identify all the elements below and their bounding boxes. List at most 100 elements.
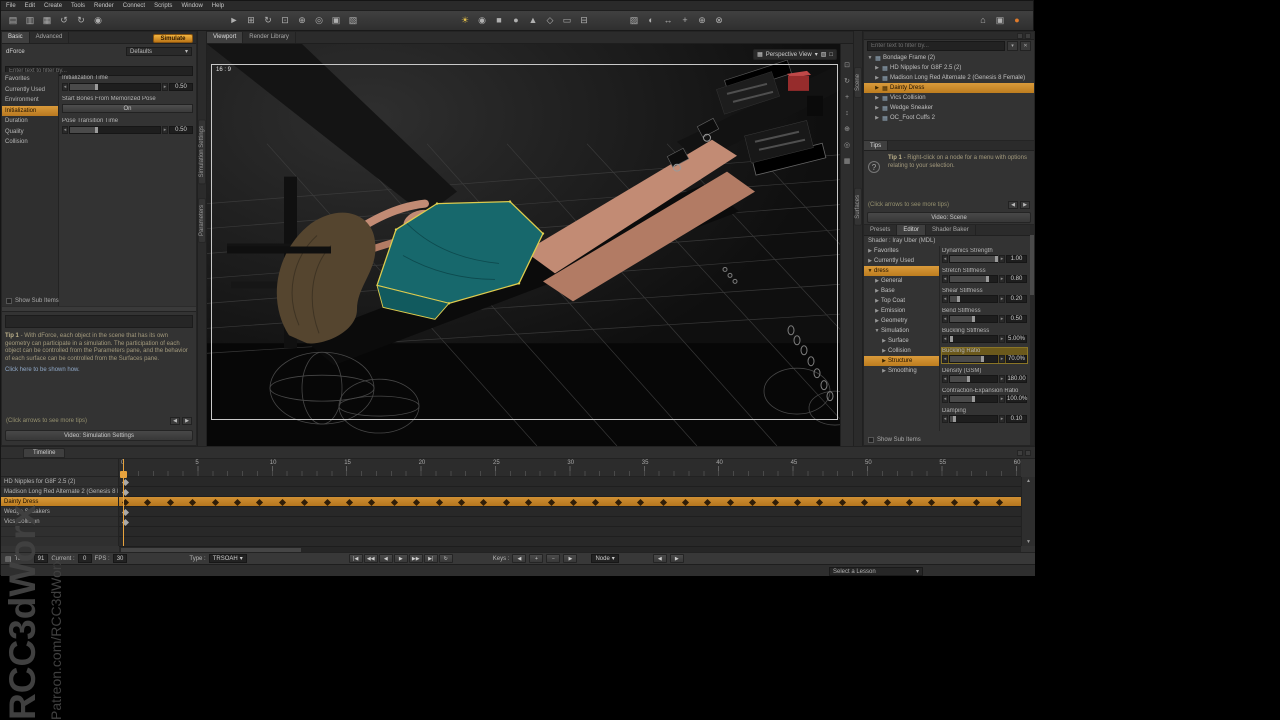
keyframe-icon[interactable] — [681, 498, 690, 506]
tree-item-hd-nipples-for-g8f-2-5-2[interactable]: ▶ ▦ HD Nipples for G8F 2.5 (2) — [864, 63, 1034, 73]
slider-handle[interactable] — [985, 276, 989, 282]
draw-style-icon[interactable]: ▧ — [821, 51, 827, 58]
filter-options-icon[interactable]: ▾ — [1007, 41, 1018, 51]
scale-tool-icon[interactable]: ⊡ — [277, 13, 293, 28]
play-button[interactable]: ▶ — [393, 554, 408, 563]
dock-tab-scene[interactable]: Scene — [854, 67, 862, 99]
slider-track[interactable] — [69, 83, 161, 91]
timeline-options-icon[interactable] — [1017, 449, 1023, 456]
orbit-view-icon[interactable]: ↻ — [842, 76, 853, 87]
playhead-handle[interactable] — [120, 471, 127, 478]
keyframe-icon[interactable] — [233, 498, 242, 506]
keyframe-icon[interactable] — [659, 498, 667, 506]
tab-timeline[interactable]: Timeline — [23, 447, 66, 458]
tree-item-bondage-frame-2[interactable]: ▼ ▦ Bondage Frame (2) — [864, 53, 1034, 63]
slider-track[interactable] — [949, 375, 998, 383]
sim-group-quality[interactable]: Quality — [2, 127, 58, 138]
sim-group-currently-used[interactable]: Currently Used — [2, 85, 58, 96]
prev-tip-button[interactable]: ◀ — [1008, 201, 1018, 209]
loop-button[interactable]: ↻ — [438, 554, 453, 563]
expand-arrow-icon[interactable]: ▶ — [873, 288, 881, 294]
keyframe-icon[interactable] — [569, 498, 578, 506]
slider-track[interactable] — [949, 395, 998, 403]
menu-item-edit[interactable]: Edit — [25, 3, 35, 9]
slider-inc-button[interactable]: ▸ — [999, 295, 1005, 303]
collapse-arrow-icon[interactable]: ▼ — [866, 55, 874, 61]
param-toggle[interactable]: On — [62, 104, 193, 113]
expand-arrow-icon[interactable]: ▶ — [873, 298, 881, 304]
dock-layout-icon[interactable]: ⊗ — [711, 13, 727, 28]
keyframe-icon[interactable] — [749, 498, 757, 506]
tree-item-currently-used[interactable]: ▶ Currently Used — [864, 256, 939, 266]
surface-selection-icon[interactable]: ▨ — [626, 13, 642, 28]
slider-dec-button[interactable]: ◂ — [942, 415, 948, 423]
prev-frame-button[interactable]: ◀ — [378, 554, 393, 563]
slider-inc-button[interactable]: ▸ — [999, 355, 1005, 363]
expand-arrow-icon[interactable]: ▶ — [866, 248, 874, 254]
menu-item-file[interactable]: File — [6, 3, 16, 9]
keyframe-icon[interactable] — [950, 498, 958, 506]
tree-item-general[interactable]: ▶ General — [864, 276, 939, 286]
pane-close-icon[interactable] — [1025, 33, 1031, 39]
track-label-hd-nipples-for-g8f-2-5-2[interactable]: HD Nipples for G8F 2.5 (2) — [1, 477, 118, 487]
chevron-down-icon[interactable]: ▾ — [815, 51, 818, 58]
zoom-view-icon[interactable]: ⊕ — [842, 124, 853, 135]
track-label-vics-collision[interactable]: Vics Collision — [1, 517, 118, 527]
slider-dec-button[interactable]: ◂ — [942, 295, 948, 303]
keyframe-icon[interactable] — [592, 498, 600, 506]
next-tip-button[interactable]: ▶ — [1020, 201, 1030, 209]
slider-handle[interactable] — [95, 127, 98, 133]
create-null-icon[interactable]: ◇ — [542, 13, 558, 28]
pan-view-icon[interactable]: + — [842, 92, 853, 103]
keyframe-icon[interactable] — [144, 498, 152, 506]
keyframe-icon[interactable] — [973, 498, 981, 506]
keyframe-icon[interactable] — [793, 498, 802, 506]
slider-dec-button[interactable]: ◂ — [62, 83, 68, 91]
keyframe-icon[interactable] — [189, 498, 197, 506]
expand-arrow-icon[interactable]: ▶ — [873, 85, 881, 91]
aim-view-icon[interactable]: ◎ — [842, 140, 853, 151]
prev-tip-button[interactable]: ◀ — [170, 417, 180, 425]
collapse-arrow-icon[interactable]: ▼ — [866, 268, 874, 274]
expand-arrow-icon[interactable]: ▶ — [873, 95, 881, 101]
expand-arrow-icon[interactable]: ▶ — [873, 105, 881, 111]
keyframe-icon[interactable] — [704, 498, 712, 506]
keyframe-icon[interactable] — [413, 498, 421, 506]
tree-item-emission[interactable]: ▶ Emission — [864, 306, 939, 316]
fps-field[interactable]: 30 — [112, 554, 128, 563]
node-select-icon[interactable]: ► — [226, 13, 242, 28]
dock-tab-parameters[interactable]: Parameters — [198, 198, 206, 244]
prev-key-button[interactable]: ◀ — [512, 554, 527, 563]
tree-item-oc-foot-cuffs-2[interactable]: ▶ ▦ OC_Foot Cuffs 2 — [864, 113, 1034, 123]
dock-tab-surfaces[interactable]: Surfaces — [854, 188, 862, 226]
sim-group-duration[interactable]: Duration — [2, 116, 58, 127]
sim-group-initialization[interactable]: Initialization — [2, 105, 58, 116]
lesson-dropdown[interactable]: Select a Lesson ▾ — [829, 567, 923, 576]
keyframe-icon[interactable] — [838, 498, 846, 506]
keyframe-icon[interactable] — [816, 498, 824, 506]
track-lane-madison-long-red-alternate-2-genesis-8-female[interactable] — [119, 487, 1021, 497]
tree-item-favorites[interactable]: ▶ Favorites — [864, 246, 939, 256]
track-lane-dainty-dress[interactable] — [119, 497, 1021, 507]
expand-arrow-icon[interactable]: ▶ — [880, 338, 888, 344]
redo-icon[interactable]: ↻ — [73, 13, 89, 28]
next-tip-button[interactable]: ▶ — [182, 417, 192, 425]
keyframe-icon[interactable] — [166, 498, 174, 506]
tab-render-library[interactable]: Render Library — [243, 32, 296, 43]
sim-group-environment[interactable]: Environment — [2, 95, 58, 106]
node-dropdown[interactable]: Node ▾ — [591, 554, 619, 563]
add-key-button[interactable]: + — [529, 554, 544, 563]
keyframe-icon[interactable] — [345, 498, 354, 506]
create-cone-icon[interactable]: ▲ — [525, 13, 541, 28]
keyframe-icon[interactable] — [211, 498, 219, 506]
tree-item-madison-long-red-alternate-2-genesis-8-female[interactable]: ▶ ▦ Madison Long Red Alternate 2 (Genesis … — [864, 73, 1034, 83]
slider-track[interactable] — [949, 355, 998, 363]
video-sim-settings-button[interactable]: Video: Simulation Settings — [5, 430, 193, 441]
slider-inc-button[interactable]: ▸ — [999, 335, 1005, 343]
zoom-view-icon[interactable]: ⊕ — [694, 13, 710, 28]
keyframe-icon[interactable] — [368, 498, 376, 506]
sim-group-favorites[interactable]: Favorites — [2, 74, 58, 85]
track-lane-wedge-sneakers[interactable] — [119, 507, 1021, 517]
slider-dec-button[interactable]: ◂ — [942, 275, 948, 283]
new-file-icon[interactable]: ▤ — [5, 13, 21, 28]
